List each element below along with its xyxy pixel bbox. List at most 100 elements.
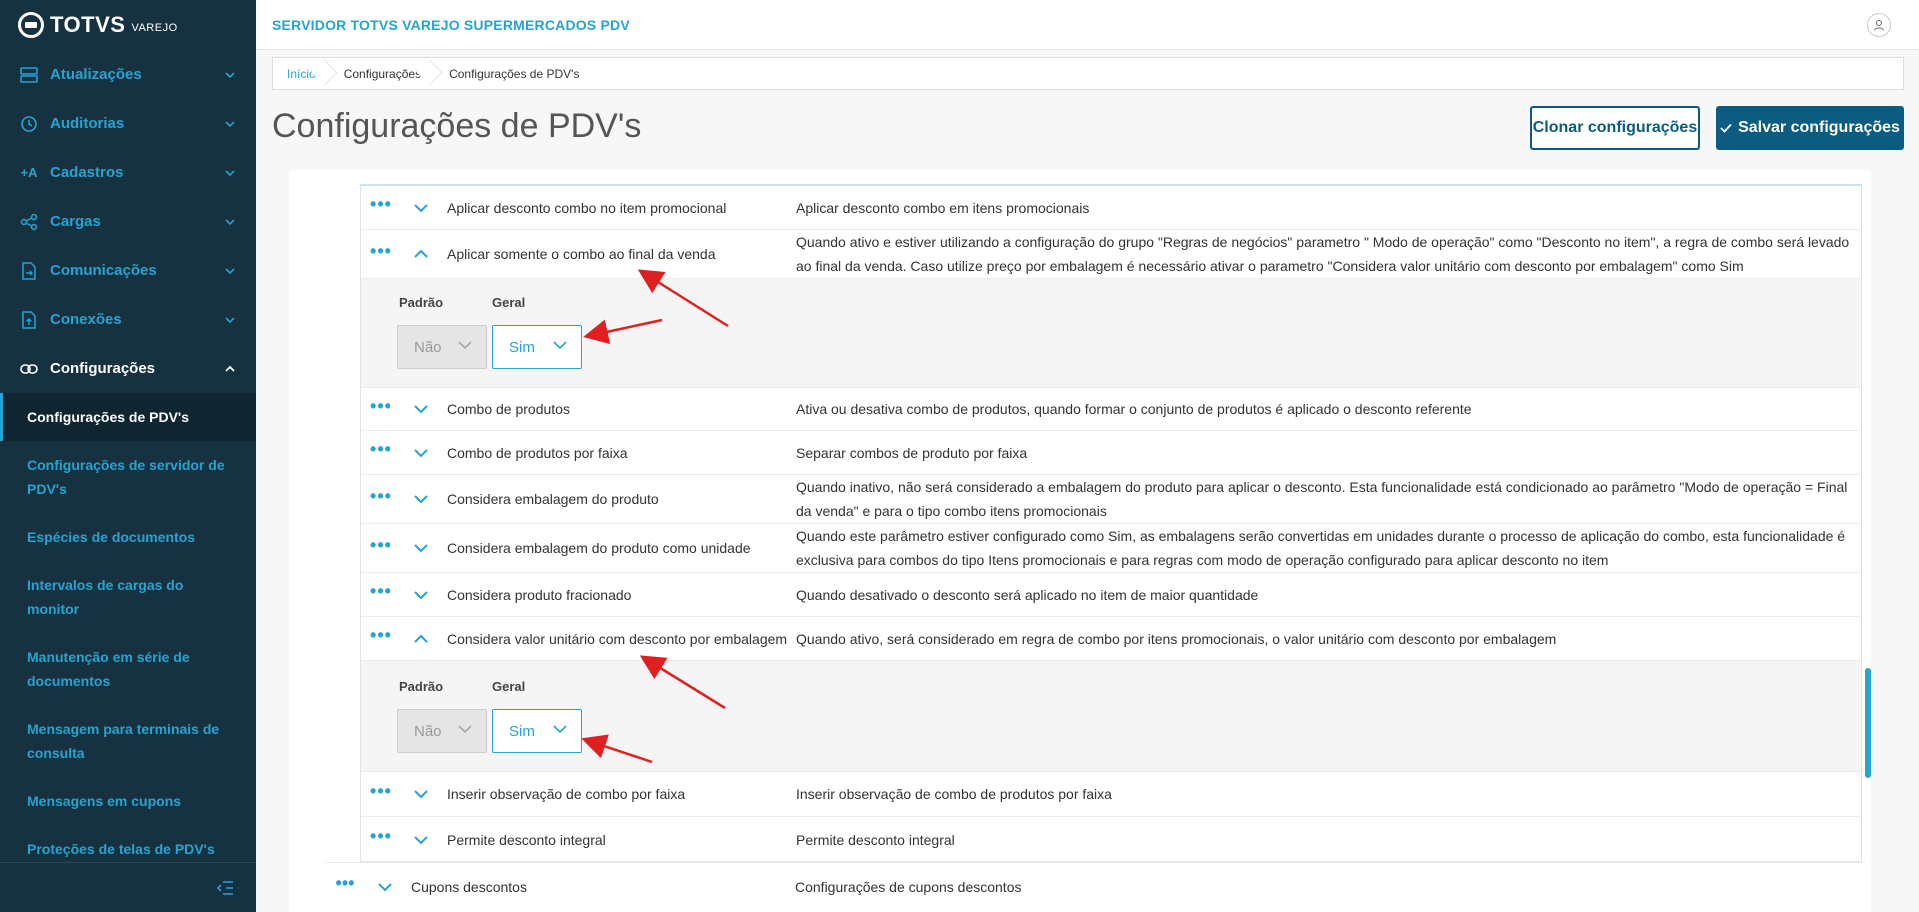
collapse-toggle[interactable] xyxy=(401,634,441,644)
sidebar-subitem-especies-documentos[interactable]: Espécies de documentos xyxy=(0,513,256,561)
settings-row: ••• Combo de produtos Ativa ou desativa … xyxy=(361,388,1861,431)
chevron-down-icon xyxy=(378,882,392,891)
chevron-down-icon xyxy=(553,341,567,350)
more-options-icon[interactable]: ••• xyxy=(361,486,401,507)
setting-expanded-panel: Padrão Geral Não Sim xyxy=(361,279,1861,388)
expand-toggle[interactable] xyxy=(401,590,441,600)
sidebar-item-configuracoes[interactable]: Configurações xyxy=(0,344,256,393)
more-options-icon[interactable]: ••• xyxy=(361,241,401,262)
totvs-logo[interactable]: TOTVS VAREJO xyxy=(0,0,256,50)
chevron-down-icon xyxy=(414,590,428,599)
sidebar-subitem-configuracoes-servidor[interactable]: Configurações de servidor de PDV's xyxy=(0,441,256,513)
settings-row: ••• Aplicar somente o combo ao final da … xyxy=(361,230,1861,279)
expand-toggle[interactable] xyxy=(401,494,441,504)
setting-description: Quando desativado o desconto será aplica… xyxy=(796,586,1259,603)
more-options-icon[interactable]: ••• xyxy=(361,581,401,602)
chevron-down-icon xyxy=(458,725,472,734)
more-options-icon[interactable]: ••• xyxy=(361,194,401,215)
user-avatar[interactable] xyxy=(1867,13,1891,37)
expand-toggle[interactable] xyxy=(401,789,441,799)
collapse-sidebar-icon[interactable] xyxy=(216,880,234,895)
setting-description: Permite desconto integral xyxy=(796,831,955,848)
sidebar-item-comunicacoes[interactable]: Comunicações xyxy=(0,246,256,295)
group-name: Cupons descontos xyxy=(411,878,527,895)
setting-name: Aplicar desconto combo no item promocion… xyxy=(447,199,727,216)
expand-toggle[interactable] xyxy=(365,882,405,892)
general-value-select[interactable]: Sim xyxy=(492,325,582,369)
setting-description: Inserir observação de combo de produtos … xyxy=(796,786,1112,802)
page-title: Configurações de PDV's xyxy=(272,107,642,145)
setting-description: Quando ativo, será considerado em regra … xyxy=(796,630,1557,647)
setting-name: Aplicar somente o combo ao final da vend… xyxy=(447,246,716,262)
expand-toggle[interactable] xyxy=(401,203,441,213)
more-options-icon[interactable]: ••• xyxy=(361,625,401,646)
breadcrumb-inicio[interactable]: Início xyxy=(273,57,330,90)
more-options-icon[interactable]: ••• xyxy=(361,781,401,802)
breadcrumb-configuracoes-pdv: Configurações de PDV's xyxy=(449,66,580,81)
setting-description: Ativa ou desativa combo de produtos, qua… xyxy=(796,401,1472,417)
more-options-icon[interactable]: ••• xyxy=(361,826,401,847)
chevron-down-icon xyxy=(225,71,235,78)
default-value: Não xyxy=(414,722,442,740)
chevron-down-icon xyxy=(553,725,567,734)
sidebar-footer xyxy=(0,862,256,912)
sidebar-item-auditorias[interactable]: Auditorias xyxy=(0,99,256,148)
add-text-icon: +A xyxy=(20,165,38,180)
expand-toggle[interactable] xyxy=(401,543,441,553)
more-options-icon[interactable]: ••• xyxy=(325,873,365,894)
sidebar-item-label: Conexões xyxy=(50,311,122,328)
sidebar-subitem-configuracoes-pdv[interactable]: Configurações de PDV's xyxy=(0,393,256,441)
chevron-down-icon xyxy=(225,169,235,176)
breadcrumb: Início Configurações Configurações de PD… xyxy=(272,57,1904,90)
setting-description: Quando ativo e estiver utilizando a conf… xyxy=(796,234,1850,274)
more-options-icon[interactable]: ••• xyxy=(361,439,401,460)
sidebar-item-label: Configurações xyxy=(50,360,156,377)
chevron-up-icon xyxy=(414,249,428,258)
chevron-down-icon xyxy=(414,448,428,457)
sidebar-subitem-mensagens-cupons[interactable]: Mensagens em cupons xyxy=(0,777,256,825)
sidebar-subitem-manutencao-documentos[interactable]: Manutenção em série de documentos xyxy=(0,633,256,705)
save-config-button[interactable]: Salvar configurações xyxy=(1716,106,1904,150)
settings-row: ••• Inserir observação de combo por faix… xyxy=(361,772,1861,817)
sidebar-subitem-mensagem-terminais[interactable]: Mensagem para terminais de consulta xyxy=(0,705,256,777)
general-value-select[interactable]: Sim xyxy=(492,709,582,753)
setting-name: Considera embalagem do produto xyxy=(447,491,659,507)
settings-row: ••• Permite desconto integral Permite de… xyxy=(361,817,1861,862)
more-options-icon[interactable]: ••• xyxy=(361,396,401,417)
default-label: Padrão xyxy=(399,295,444,310)
check-icon xyxy=(1720,123,1732,133)
setting-description: Quando este parâmetro estiver configurad… xyxy=(796,528,1846,568)
sidebar-item-cadastros[interactable]: +A Cadastros xyxy=(0,148,256,197)
link-icon xyxy=(20,360,38,378)
chevron-up-icon xyxy=(225,365,235,372)
sidebar-item-label: Cargas xyxy=(50,213,101,230)
setting-expanded-panel: Padrão Geral Não Sim xyxy=(361,661,1861,772)
brand-name: TOTVS xyxy=(50,12,126,37)
document-upload-icon xyxy=(20,310,38,329)
sidebar-item-atualizacoes[interactable]: Atualizações xyxy=(0,50,256,99)
more-options-icon[interactable]: ••• xyxy=(361,535,401,556)
breadcrumb-configuracoes[interactable]: Configurações xyxy=(330,57,435,90)
default-value-select: Não xyxy=(397,325,487,369)
expand-toggle[interactable] xyxy=(401,404,441,414)
expand-toggle[interactable] xyxy=(401,448,441,458)
sidebar-item-conexoes[interactable]: Conexões xyxy=(0,295,256,344)
general-value: Sim xyxy=(509,338,535,356)
sidebar: TOTVS VAREJO Atualizações Auditorias +A … xyxy=(0,0,256,912)
chevron-down-icon xyxy=(225,218,235,225)
history-icon xyxy=(20,115,38,133)
chevron-down-icon xyxy=(414,495,428,504)
collapse-toggle[interactable] xyxy=(401,249,441,259)
sidebar-item-cargas[interactable]: Cargas xyxy=(0,197,256,246)
settings-row: ••• Combo de produtos por faixa Separar … xyxy=(361,431,1861,475)
general-label: Geral xyxy=(492,679,526,694)
expand-toggle[interactable] xyxy=(401,835,441,845)
setting-description: Separar combos de produto por faixa xyxy=(796,444,1028,461)
sidebar-subitem-intervalos-cargas[interactable]: Intervalos de cargas do monitor xyxy=(0,561,256,633)
clone-config-button[interactable]: Clonar configurações xyxy=(1530,106,1700,150)
scrollbar-thumb[interactable] xyxy=(1865,668,1871,778)
settings-group-row: ••• Cupons descontos Configurações de cu… xyxy=(325,862,1865,910)
chevron-down-icon xyxy=(414,835,428,844)
chevron-down-icon xyxy=(458,341,472,350)
settings-row: ••• Considera embalagem do produto como … xyxy=(361,524,1861,573)
